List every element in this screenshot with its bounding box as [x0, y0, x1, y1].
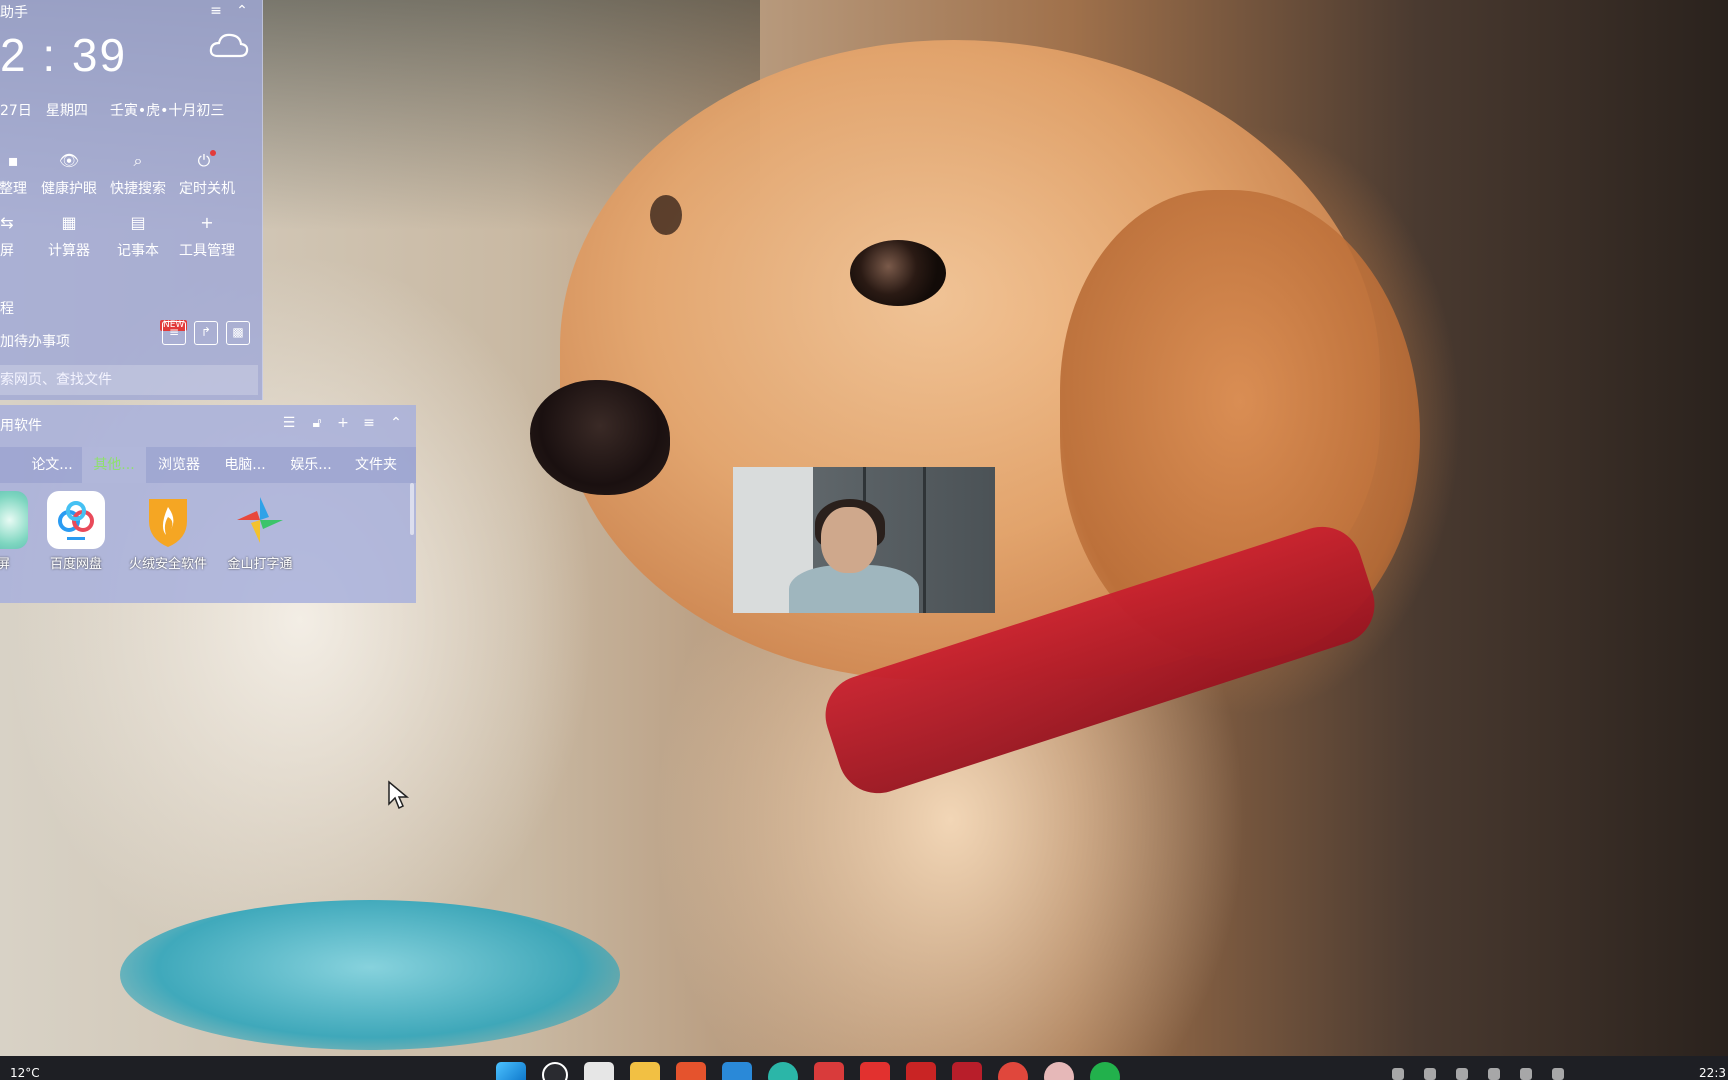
tray-app-icon[interactable] [1488, 1068, 1500, 1080]
search-icon: ⌕ [133, 151, 143, 170]
tool-eye-care[interactable]: 👁 健康护眼 [34, 150, 104, 198]
app-icon[interactable] [998, 1062, 1028, 1080]
app-icon[interactable] [952, 1062, 982, 1080]
scrollbar[interactable] [410, 483, 414, 535]
task-view-icon[interactable] [584, 1062, 614, 1080]
menu-icon[interactable]: ≡ [207, 2, 225, 20]
puppy-eye [850, 240, 946, 306]
app-icon[interactable] [1044, 1062, 1074, 1080]
search-input[interactable]: 索网页、查找文件 [0, 365, 258, 395]
tray-app-icon[interactable] [1552, 1068, 1564, 1080]
webcam-person-face [821, 507, 877, 573]
software-tabs: 论文... 其他... 浏览器 电脑... 娱乐... 文件夹 [0, 447, 416, 483]
taskbar: 12°C 22:3 [0, 1056, 1728, 1080]
todo-actions: ≡ ↱ ▩ [162, 321, 250, 345]
collapse-icon[interactable]: ⌃ [387, 415, 405, 431]
tray-app-icon[interactable] [1424, 1068, 1436, 1080]
lunar-date: 壬寅•虎•十月初三 [109, 103, 225, 119]
taskbar-pinned-apps [496, 1062, 1120, 1080]
app-icon[interactable] [906, 1062, 936, 1080]
tool-calculator[interactable]: ▦ 计算器 [34, 212, 104, 260]
app-baidu-netdisk[interactable]: 百度网盘 [30, 491, 122, 572]
huorong-security-icon [139, 491, 197, 549]
cloud-icon[interactable] [208, 30, 250, 60]
app-screen-recorder[interactable]: 录屏 [0, 491, 28, 572]
office-icon[interactable] [676, 1062, 706, 1080]
edge-icon[interactable] [768, 1062, 798, 1080]
puppy-eye-far [650, 195, 682, 235]
add-list-icon[interactable]: ≡ [162, 321, 186, 345]
wechat-icon[interactable] [1090, 1062, 1120, 1080]
taskbar-clock[interactable]: 22:3 [1699, 1066, 1726, 1080]
add-icon[interactable]: + [334, 415, 352, 431]
assistant-title: 助手 [0, 5, 28, 21]
date-day: 27日 [0, 103, 32, 119]
file-explorer-icon[interactable] [630, 1062, 660, 1080]
qr-code-icon[interactable]: ▩ [226, 321, 250, 345]
tool-notepad[interactable]: ▤ 记事本 [103, 212, 173, 260]
tab-papers[interactable]: 论文... [22, 447, 82, 483]
tab-computer[interactable]: 电脑... [212, 447, 278, 483]
schedule-section-label: 程 [0, 301, 14, 317]
recorder-icon [0, 491, 28, 549]
vscode-icon[interactable] [722, 1062, 752, 1080]
collapse-icon[interactable]: ⌃ [233, 2, 251, 20]
weather-temperature[interactable]: 12°C [10, 1066, 40, 1080]
eye-icon: 👁 [58, 151, 80, 170]
tool-quick-search[interactable]: ⌕ 快捷搜索 [103, 150, 173, 198]
software-box-title: 用软件 [0, 418, 42, 434]
app-grid: 录屏 百度网盘 火绒安全软件 [0, 491, 306, 572]
list-view-icon[interactable]: ☰ [280, 415, 298, 431]
webcam-rail [923, 467, 926, 613]
tray-app-icon[interactable] [1456, 1068, 1468, 1080]
search-icon[interactable] [542, 1062, 568, 1080]
tab-browser[interactable]: 浏览器 [146, 447, 212, 483]
app-icon[interactable] [814, 1062, 844, 1080]
tab-entertainment[interactable]: 娱乐... [278, 447, 344, 483]
date-row: 27日 星期四 壬寅•虎•十月初三 [0, 100, 262, 120]
start-icon[interactable] [496, 1062, 526, 1080]
tab-folders[interactable]: 文件夹 [344, 447, 408, 483]
tab-first[interactable] [0, 447, 22, 483]
lock-icon[interactable]: 🔓︎ [308, 415, 326, 431]
tray-app-icon[interactable] [1520, 1068, 1532, 1080]
tool-scheduled-shutdown[interactable]: ⏻ 定时关机 [172, 150, 242, 198]
tab-other[interactable]: 其他... [82, 447, 146, 483]
power-icon: ⏻ [172, 150, 242, 172]
weekday: 星期四 [45, 103, 88, 119]
tray-app-icon[interactable] [1392, 1068, 1404, 1080]
app-huorong-security[interactable]: 火绒安全软件 [122, 491, 214, 572]
plus-icon: + [200, 213, 214, 232]
webcam-overlay[interactable] [733, 467, 995, 613]
puppy-nose [530, 380, 670, 495]
mouse-cursor-icon [388, 780, 410, 810]
calculator-icon: ▦ [61, 213, 77, 232]
app-kingsoft-typing[interactable]: 金山打字通 [214, 491, 306, 572]
clock-time: 2 : 39 [0, 29, 128, 81]
add-todo-input[interactable]: 加待办事项 [0, 331, 70, 351]
notepad-icon: ▤ [130, 213, 146, 232]
share-icon[interactable]: ↱ [194, 321, 218, 345]
tool-manage[interactable]: + 工具管理 [172, 212, 242, 260]
menu-icon[interactable]: ≡ [360, 415, 378, 431]
desktop-assistant-widget: 助手 ≡ ⌃ 2 : 39 27日 星期四 壬寅•虎•十月初三 ▪ 整理 👁 健… [0, 0, 263, 400]
baidu-netdisk-icon [47, 491, 105, 549]
software-box-widget: 用软件 ☰ 🔓︎ + ≡ ⌃ 论文... 其他... 浏览器 电脑... 娱乐.… [0, 405, 416, 603]
blue-bowl [120, 900, 620, 1050]
app-icon[interactable] [860, 1062, 890, 1080]
kingsoft-typing-icon [231, 491, 289, 549]
system-tray [1392, 1068, 1564, 1080]
